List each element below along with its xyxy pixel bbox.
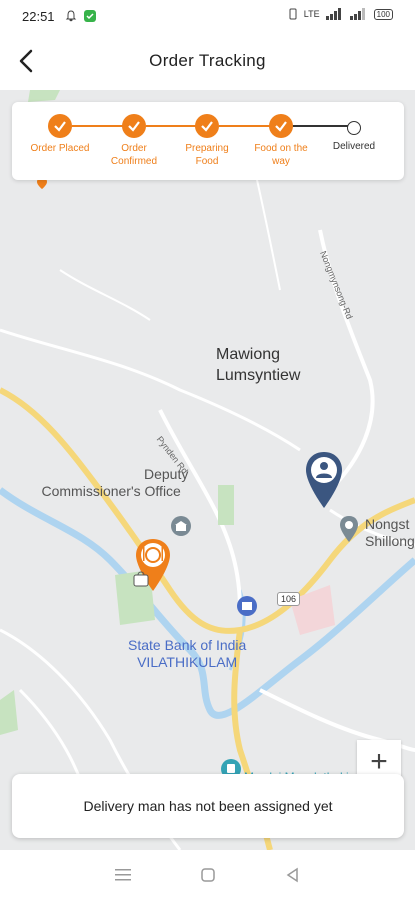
map-place-shillong: Nongst Shillong [365, 516, 415, 549]
shopping-bag-icon [133, 571, 149, 587]
vibrate-icon [289, 8, 297, 20]
delivery-man-marker-icon[interactable] [304, 450, 344, 512]
step-preparing-food: Preparing Food [172, 114, 242, 168]
step-food-on-the-way: Food on the way [246, 114, 316, 168]
map-place-sbi: State Bank of India VILATHIKULAM [128, 637, 247, 670]
status-time: 22:51 [22, 8, 55, 24]
delivery-status-card: Delivery man has not been assigned yet [12, 774, 404, 838]
step-label: Order Placed [30, 143, 90, 154]
app-header: Order Tracking [0, 32, 415, 90]
map-place-mawiong: Mawiong Lumsyntiew [216, 346, 301, 384]
map-view[interactable]: Mawiong Lumsyntiew Deputy Commissioner's… [0, 90, 415, 850]
road-badge: 106 [277, 592, 301, 606]
status-left-icons [65, 9, 97, 23]
menu-icon[interactable] [113, 865, 133, 885]
check-icon [195, 114, 219, 138]
step-label: Food on the way [254, 143, 308, 167]
delivery-status-message: Delivery man has not been assigned yet [83, 798, 333, 814]
government-poi-icon[interactable] [170, 515, 192, 537]
step-delivered: Delivered [319, 114, 389, 153]
home-icon[interactable] [198, 865, 218, 885]
status-bar: 22:51 LTE 100 [0, 0, 415, 32]
check-icon [122, 114, 146, 138]
location-poi-icon[interactable] [338, 515, 360, 543]
network-type: LTE [303, 9, 320, 19]
order-progress-card: Order Placed Order Confirmed Preparing Foo… [12, 102, 404, 180]
shield-icon [83, 10, 96, 22]
step-label: Preparing Food [185, 143, 229, 167]
status-right-icons: LTE 100 [288, 8, 393, 20]
check-icon [269, 114, 293, 138]
step-label: Order Confirmed [110, 143, 158, 167]
bank-poi-icon[interactable] [236, 595, 258, 617]
step-order-confirmed: Order Confirmed [99, 114, 169, 168]
signal-icon [325, 8, 341, 20]
back-arrow-icon[interactable] [14, 48, 40, 74]
system-nav-bar [0, 850, 415, 900]
signal-2-icon [349, 8, 365, 20]
step-label: Delivered [332, 141, 376, 152]
check-icon [48, 114, 72, 138]
back-icon[interactable] [283, 865, 303, 885]
step-order-placed: Order Placed [25, 114, 95, 155]
battery-icon: 100 [373, 8, 393, 20]
pending-step-icon [347, 121, 361, 135]
map-place-deputy-office: Deputy Commissioner's Office [41, 466, 189, 499]
bell-icon [65, 10, 76, 22]
page-title: Order Tracking [149, 51, 266, 70]
